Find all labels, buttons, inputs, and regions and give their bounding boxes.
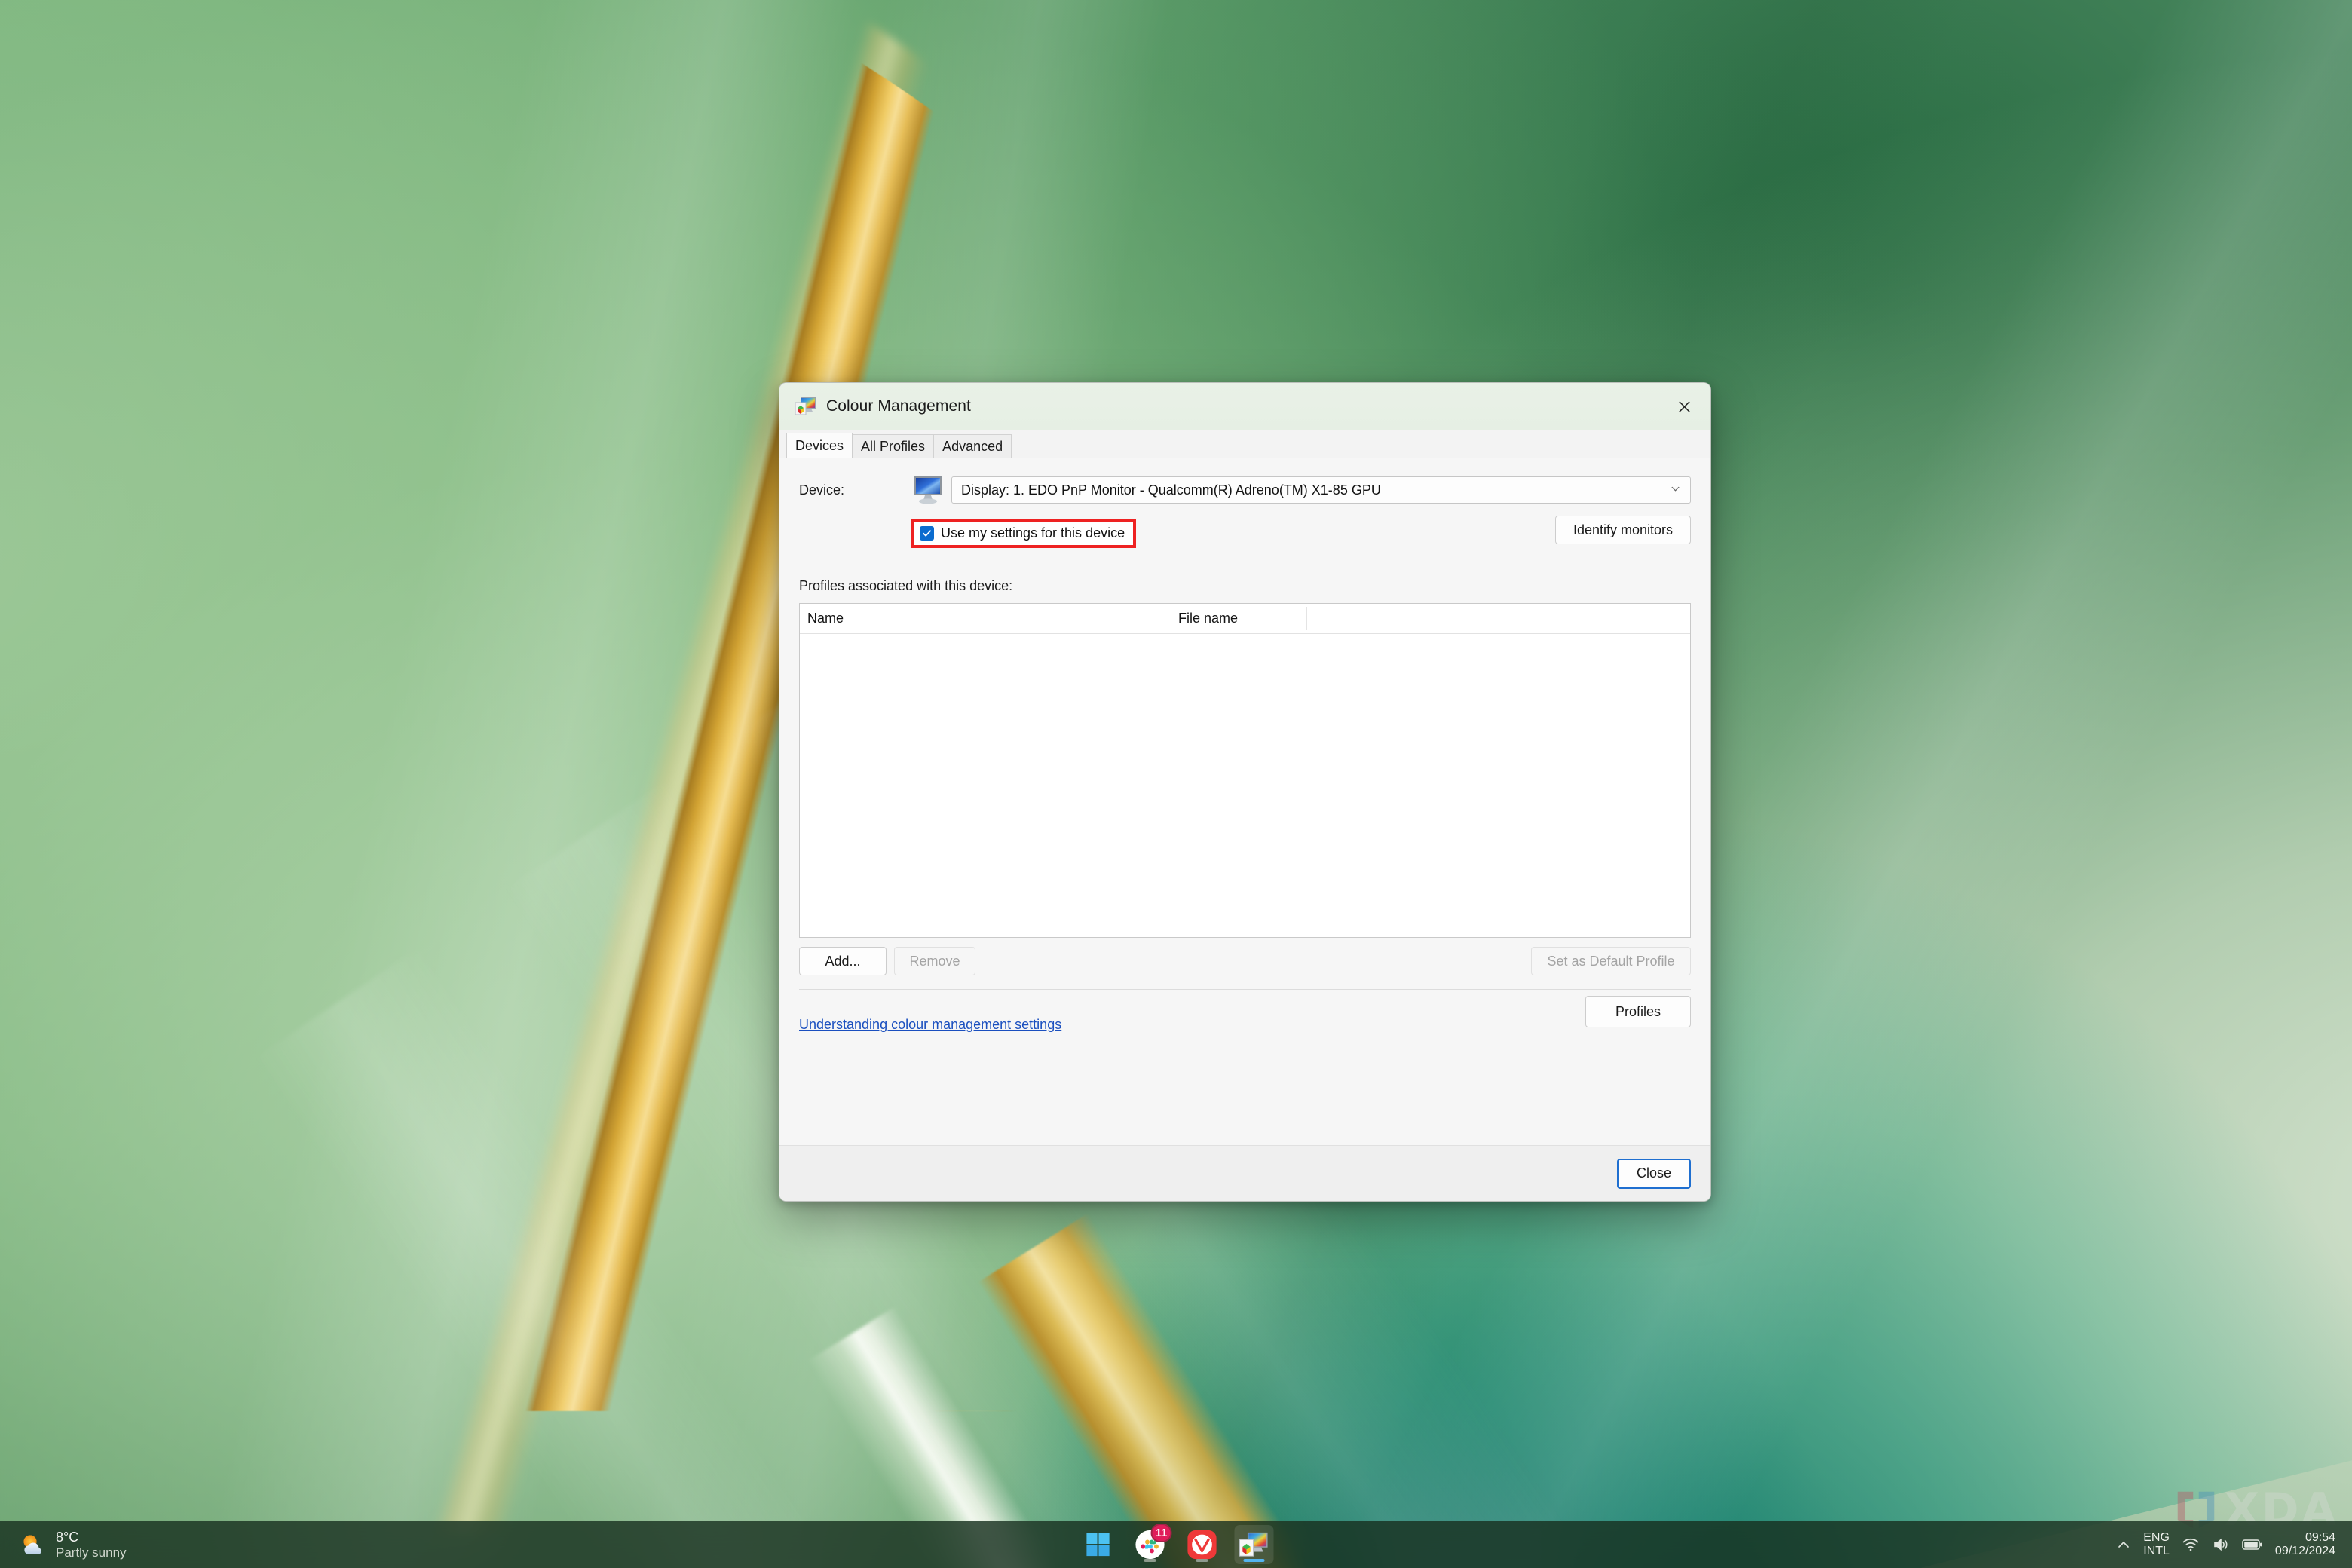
taskbar-running-indicator (1196, 1559, 1208, 1562)
vivaldi-icon (1187, 1530, 1217, 1560)
taskbar-app-vivaldi[interactable] (1183, 1525, 1222, 1564)
close-button[interactable]: Close (1617, 1158, 1691, 1189)
close-icon[interactable] (1658, 383, 1710, 430)
taskbar: 8°C Partly sunny 11 ENG INTL 09:54 09/12… (0, 1521, 2352, 1568)
column-header-spacer (1306, 604, 1690, 633)
use-my-settings-label: Use my settings for this device (941, 525, 1125, 541)
taskbar-active-indicator (1243, 1559, 1265, 1562)
colour-management-icon (1239, 1532, 1268, 1557)
tab-devices[interactable]: Devices (786, 433, 853, 458)
clock-date: 09/12/2024 (2274, 1545, 2335, 1557)
column-header-file-name[interactable]: File name (1171, 604, 1306, 633)
dialog-title: Colour Management (826, 397, 971, 415)
tab-advanced[interactable]: Advanced (933, 434, 1012, 458)
wifi-icon[interactable] (2182, 1536, 2200, 1554)
profiles-button[interactable]: Profiles (1585, 996, 1691, 1027)
set-as-default-profile-button: Set as Default Profile (1531, 947, 1691, 975)
use-my-settings-highlight: Use my settings for this device (911, 519, 1137, 548)
dialog-tabstrip: Devices All Profiles Advanced (779, 430, 1710, 458)
column-header-name[interactable]: Name (800, 604, 1171, 633)
slack-notification-badge: 11 (1150, 1524, 1172, 1542)
dialog-titlebar: Colour Management (779, 383, 1710, 430)
taskbar-app-colour-management[interactable] (1234, 1525, 1274, 1564)
volume-icon[interactable] (2212, 1536, 2230, 1554)
use-my-settings-checkbox[interactable] (920, 526, 934, 541)
taskbar-weather-widget[interactable]: 8°C Partly sunny (20, 1530, 127, 1560)
profile-actions-row: Add... Remove Set as Default Profile (779, 938, 1710, 975)
clock-time: 09:54 (2305, 1531, 2335, 1545)
taskbar-clock[interactable]: 09:54 09/12/2024 (2275, 1531, 2335, 1558)
language-indicator[interactable]: ENG INTL (2143, 1531, 2170, 1557)
colour-management-icon (795, 396, 817, 417)
identify-monitors-button[interactable]: Identify monitors (1555, 516, 1691, 544)
tab-all-profiles[interactable]: All Profiles (852, 434, 935, 458)
system-tray: ENG INTL 09:54 09/12/2024 (2116, 1531, 2335, 1558)
add-button[interactable]: Add... (799, 947, 887, 975)
chevron-up-icon[interactable] (2116, 1537, 2131, 1552)
start-button[interactable] (1079, 1525, 1118, 1564)
dialog-body: Device: Display: 1. EDO PnP Monitor - Qu… (779, 458, 1710, 1201)
weather-temperature: 8°C (56, 1530, 79, 1545)
chevron-down-icon (1670, 482, 1681, 498)
taskbar-app-slack[interactable]: 11 (1131, 1524, 1172, 1564)
weather-condition: Partly sunny (56, 1545, 127, 1560)
language-line-1: ENG (2143, 1531, 2170, 1545)
profiles-associated-label: Profiles associated with this device: (799, 578, 1013, 593)
taskbar-app-area: 11 (1079, 1524, 1274, 1564)
dialog-footer: Close (779, 1145, 1710, 1201)
device-row: Device: Display: 1. EDO PnP Monitor - Qu… (779, 458, 1710, 505)
profiles-table-header: Name File name (800, 604, 1690, 634)
device-dropdown[interactable]: Display: 1. EDO PnP Monitor - Qualcomm(R… (951, 476, 1691, 504)
device-label: Device: (799, 482, 845, 498)
battery-icon[interactable] (2242, 1538, 2263, 1551)
language-line-2: INTL (2143, 1545, 2170, 1557)
device-dropdown-value: Display: 1. EDO PnP Monitor - Qualcomm(R… (961, 482, 1381, 498)
colour-management-dialog: Colour Management Devices All Profiles A… (779, 382, 1711, 1202)
help-row: Understanding colour management settings… (779, 990, 1710, 1046)
taskbar-running-indicator (1144, 1559, 1156, 1562)
understanding-colour-management-link[interactable]: Understanding colour management settings (799, 1017, 1061, 1033)
weather-text: 8°C Partly sunny (56, 1530, 127, 1559)
profiles-listview[interactable]: Name File name (799, 603, 1691, 938)
remove-button: Remove (894, 947, 975, 975)
windows-logo-icon (1086, 1533, 1110, 1557)
partly-sunny-icon (20, 1533, 47, 1557)
monitor-icon (912, 475, 944, 505)
